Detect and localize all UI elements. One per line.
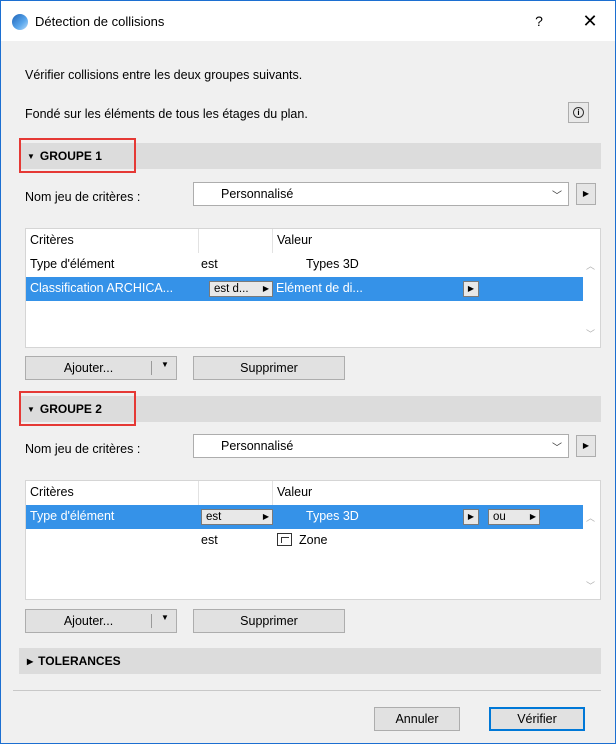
table-row-selected[interactable]: Type d'élément est ▶ Types 3D ▶ ou ▶ bbox=[26, 505, 583, 529]
value-cell: Elément de di... bbox=[276, 281, 363, 295]
operator-value: est d... bbox=[214, 283, 249, 295]
group2-criteria-set-value: Personnalisé bbox=[221, 439, 294, 453]
column-divider bbox=[272, 481, 273, 505]
logic-value: ou bbox=[493, 511, 506, 523]
group2-criteria-set-menu-button[interactable]: ▶ bbox=[576, 435, 596, 457]
operator-cell: est bbox=[201, 257, 218, 271]
column-header-value: Valeur bbox=[277, 485, 313, 499]
value-cell: Types 3D bbox=[306, 509, 359, 523]
group1-highlight-box bbox=[19, 138, 136, 173]
add-label: Ajouter... bbox=[63, 614, 114, 628]
operator-cell: est bbox=[201, 533, 218, 547]
expand-triangle-icon: ▶ bbox=[27, 657, 34, 666]
group1-criteria-set-label: Nom jeu de critères : bbox=[25, 190, 141, 204]
group1-criteria-table: Critères Valeur Type d'élément est Types… bbox=[25, 228, 601, 348]
arrow-right-icon: ▶ bbox=[262, 284, 269, 293]
scroll-down-icon[interactable]: ﹀ bbox=[586, 327, 595, 340]
group2-criteria-set-select[interactable]: Personnalisé ﹀ bbox=[193, 434, 569, 458]
add-label: Ajouter... bbox=[63, 361, 114, 375]
tolerances-title: ▶ TOLERANCES bbox=[27, 654, 121, 668]
criterion-cell: Type d'élément bbox=[30, 509, 115, 523]
collision-detection-dialog: Détection de collisions ? ✕ Vérifier col… bbox=[0, 0, 616, 744]
criterion-cell: Type d'élément bbox=[30, 257, 115, 271]
column-divider bbox=[198, 229, 199, 253]
group2-criteria-set-label: Nom jeu de critères : bbox=[25, 442, 141, 456]
column-header-criteria: Critères bbox=[30, 233, 74, 247]
help-button[interactable]: ? bbox=[529, 11, 549, 31]
group2-add-button[interactable]: Ajouter... ▼ bbox=[25, 609, 177, 633]
split-divider bbox=[151, 361, 152, 375]
scroll-down-icon[interactable]: ﹀ bbox=[586, 579, 595, 592]
operator-dropdown[interactable]: est ▶ bbox=[201, 509, 273, 525]
value-cell: Zone bbox=[277, 533, 328, 547]
chevron-down-icon: ﹀ bbox=[552, 443, 562, 454]
table-header-row: Critères Valeur bbox=[26, 229, 583, 253]
table-row-selected[interactable]: Classification ARCHICA... est d... ▶ Elém… bbox=[26, 277, 583, 301]
close-button[interactable]: ✕ bbox=[578, 9, 602, 33]
chevron-down-icon: ﹀ bbox=[552, 191, 562, 202]
column-header-criteria: Critères bbox=[30, 485, 74, 499]
zone-icon bbox=[277, 533, 292, 546]
cancel-button[interactable]: Annuler bbox=[374, 707, 460, 731]
footer-divider bbox=[13, 690, 601, 691]
floors-note: Fondé sur les éléments de tous les étage… bbox=[25, 107, 308, 121]
zone-label: Zone bbox=[299, 533, 328, 547]
criterion-cell: Classification ARCHICA... bbox=[30, 281, 174, 295]
logic-operator-dropdown[interactable]: ou ▶ bbox=[488, 509, 540, 525]
table-row[interactable]: est Zone bbox=[26, 529, 583, 553]
group2-delete-button[interactable]: Supprimer bbox=[193, 609, 345, 633]
tolerances-header[interactable]: ▶ TOLERANCES bbox=[19, 648, 601, 674]
group1-add-button[interactable]: Ajouter... ▼ bbox=[25, 356, 177, 380]
group1-criteria-set-menu-button[interactable]: ▶ bbox=[576, 183, 596, 205]
split-divider bbox=[151, 614, 152, 628]
intro-text: Vérifier collisions entre les deux group… bbox=[25, 68, 303, 82]
table-row[interactable]: Type d'élément est Types 3D bbox=[26, 253, 583, 277]
dropdown-arrow-icon[interactable]: ▼ bbox=[154, 613, 176, 622]
column-header-value: Valeur bbox=[277, 233, 313, 247]
group1-criteria-set-select[interactable]: Personnalisé ﹀ bbox=[193, 182, 569, 206]
window-title: Détection de collisions bbox=[35, 14, 165, 29]
tolerances-label: TOLERANCES bbox=[38, 654, 121, 668]
scroll-up-icon[interactable]: ︿ bbox=[586, 511, 595, 524]
archicad-app-icon bbox=[12, 14, 28, 30]
group1-criteria-set-value: Personnalisé bbox=[221, 187, 294, 201]
group1-delete-button[interactable]: Supprimer bbox=[193, 356, 345, 380]
operator-value: est bbox=[206, 511, 222, 523]
title-bar: Détection de collisions ? ✕ bbox=[1, 1, 615, 41]
group2-highlight-box bbox=[19, 391, 136, 426]
column-divider bbox=[272, 229, 273, 253]
operator-dropdown[interactable]: est d... ▶ bbox=[209, 281, 273, 297]
group2-criteria-table: Critères Valeur Type d'élément est ▶ Type… bbox=[25, 480, 601, 600]
verify-button[interactable]: Vérifier bbox=[489, 707, 585, 731]
value-cell: Types 3D bbox=[306, 257, 359, 271]
value-menu-button[interactable]: ▶ bbox=[463, 509, 479, 525]
value-menu-button[interactable]: ▶ bbox=[463, 281, 479, 297]
scroll-up-icon[interactable]: ︿ bbox=[586, 259, 595, 272]
arrow-right-icon: ▶ bbox=[262, 512, 269, 521]
arrow-right-icon: ▶ bbox=[529, 512, 536, 521]
table-header-row: Critères Valeur bbox=[26, 481, 583, 505]
info-icon: i bbox=[573, 107, 584, 118]
column-divider bbox=[198, 481, 199, 505]
info-button[interactable]: i bbox=[568, 102, 589, 123]
dropdown-arrow-icon[interactable]: ▼ bbox=[154, 360, 176, 369]
